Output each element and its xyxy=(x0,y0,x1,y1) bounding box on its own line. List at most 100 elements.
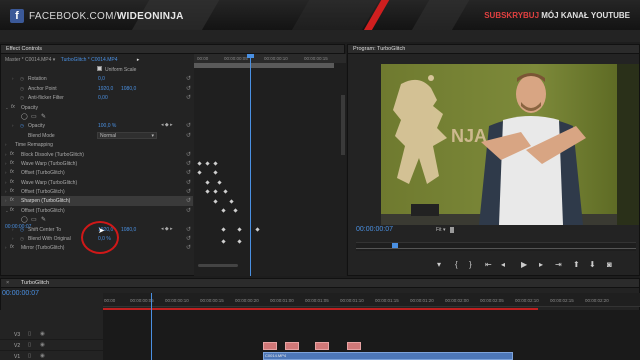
adjustment-clip[interactable] xyxy=(315,342,329,350)
property-row[interactable]: ◷ Anti-flicker Filter 0,00 ↺ xyxy=(1,93,193,102)
expand-arrow-icon[interactable]: › xyxy=(5,245,7,250)
effect-keyframe-timeline[interactable]: 00:00 00:00:00:05 00:00:00:10 00:00:00:1… xyxy=(194,54,346,276)
effect-header-row[interactable]: › fx Offset (TurboGlitch) ↺ xyxy=(1,187,193,196)
add-marker-icon[interactable]: ▾ xyxy=(437,260,441,269)
effect-header-row[interactable]: ⌄ fx Offset (TurboGlitch) ↺ xyxy=(1,206,193,215)
expand-arrow-icon[interactable]: › xyxy=(5,142,7,147)
tab-program-monitor[interactable]: Program: TurboGlitch xyxy=(348,45,410,53)
rectangle-mask-icon[interactable]: ▭ xyxy=(31,113,37,120)
stopwatch-icon[interactable]: ◷ xyxy=(20,95,24,101)
keyframe[interactable] xyxy=(197,161,202,166)
keyframe[interactable] xyxy=(213,199,218,204)
reset-icon[interactable]: ↺ xyxy=(186,151,191,158)
property-row[interactable]: › ◷ Opacity 100,0 % ◂ ◆ ▸ ↺ xyxy=(1,121,193,130)
facebook-link[interactable]: FACEBOOK.COM/WIDEONINJA xyxy=(29,11,184,22)
fx-icon[interactable]: fx xyxy=(10,169,14,175)
effect-header-row[interactable]: ⌄ fx Opacity xyxy=(1,103,193,112)
fx-icon[interactable]: fx xyxy=(11,104,15,110)
stopwatch-icon[interactable]: ◷ xyxy=(20,86,24,92)
effect-header-row[interactable]: › fx Wave Warp (TurboGlitch) ↺ xyxy=(1,178,193,187)
adjustment-clip[interactable] xyxy=(347,342,361,350)
keyframe[interactable] xyxy=(221,239,226,244)
keyframe[interactable] xyxy=(221,227,226,232)
zoom-scroll-bar[interactable] xyxy=(198,264,238,267)
expand-arrow-icon[interactable]: › xyxy=(5,161,7,166)
reset-icon[interactable]: ↺ xyxy=(186,75,191,82)
extract-icon[interactable]: ⬇ xyxy=(589,260,596,269)
reset-icon[interactable]: ↺ xyxy=(186,179,191,186)
keyframe[interactable] xyxy=(213,170,218,175)
stopwatch-icon[interactable]: ◷ xyxy=(20,76,24,82)
track-header-v2[interactable]: V2 ▯ ◉ xyxy=(0,341,103,351)
rectangle-mask-icon[interactable]: ▭ xyxy=(31,216,37,223)
tab-effect-controls[interactable]: Effect Controls xyxy=(1,45,47,53)
eye-icon[interactable]: ◉ xyxy=(40,331,45,337)
expand-arrow-icon[interactable]: › xyxy=(12,76,14,81)
track-header-v1[interactable]: V1 ▯ ◉ xyxy=(0,352,103,360)
timeline-ruler[interactable]: 00:00 00:00:00:05 00:00:00:10 00:00:00:1… xyxy=(103,293,640,307)
effect-header-row[interactable]: › Time Remapping xyxy=(1,140,193,149)
go-to-out-icon[interactable]: ⇥ xyxy=(555,260,562,269)
keyframe[interactable] xyxy=(205,189,210,194)
keyframe[interactable] xyxy=(255,227,260,232)
timeline-tracks[interactable]: C0014.MP4 xyxy=(103,310,640,360)
expand-arrow-icon[interactable]: › xyxy=(5,170,7,175)
close-icon[interactable]: × xyxy=(1,279,14,287)
playhead[interactable] xyxy=(250,54,251,276)
keyframe[interactable] xyxy=(205,180,210,185)
blend-mode-dropdown[interactable]: Normal ▾ xyxy=(97,131,157,139)
ellipse-mask-icon[interactable]: ◯ xyxy=(21,216,28,223)
keyframe[interactable] xyxy=(223,189,228,194)
reset-icon[interactable]: ↺ xyxy=(186,85,191,92)
panel-scrollbar[interactable] xyxy=(341,95,345,155)
fx-icon[interactable]: fx xyxy=(10,244,14,250)
collapse-arrow-icon[interactable]: ⌄ xyxy=(5,105,9,111)
program-timecode[interactable]: 00:00:00:07 xyxy=(356,226,393,233)
effect-header-row[interactable]: › fx Block Dissolve (TurboGlitch) ↺ xyxy=(1,150,193,159)
lock-icon[interactable]: ▯ xyxy=(28,331,31,337)
reset-icon[interactable]: ↺ xyxy=(186,94,191,101)
stopwatch-icon[interactable]: ◷ xyxy=(20,236,24,242)
expand-arrow-icon[interactable]: › xyxy=(12,236,14,241)
property-row[interactable]: › ◷ Rotation 0,0 ↺ xyxy=(1,74,193,83)
keyframe[interactable] xyxy=(213,189,218,194)
ellipse-mask-icon[interactable]: ◯ xyxy=(21,113,28,120)
lock-icon[interactable]: ▯ xyxy=(28,353,31,359)
lock-icon[interactable]: ▯ xyxy=(28,342,31,348)
mark-out-icon[interactable]: } xyxy=(469,260,472,269)
reset-icon[interactable]: ↺ xyxy=(186,197,191,204)
property-row[interactable]: Blend Mode Normal ▾ ↺ xyxy=(1,131,193,140)
effect-header-row-selected[interactable]: › fx Sharpen (TurboGlitch) ↺ xyxy=(1,196,193,206)
zoom-dropdown[interactable]: Fit ▾ xyxy=(436,227,445,233)
effect-controls-timecode[interactable]: 00:00:00:07 xyxy=(5,224,31,230)
effect-header-row[interactable]: › fx Offset (TurboGlitch) ↺ xyxy=(1,168,193,177)
fx-icon[interactable]: fx xyxy=(10,207,14,213)
lift-icon[interactable]: ⬆ xyxy=(573,260,580,269)
time-ruler[interactable]: 00:00 00:00:00:05 00:00:00:10 00:00:00:1… xyxy=(194,54,346,63)
tab-sequence[interactable]: TurboGlitch xyxy=(16,279,54,287)
keyframe-nav-icon[interactable]: ◂ ◆ ▸ xyxy=(161,122,173,128)
reset-icon[interactable]: ↺ xyxy=(186,235,191,242)
keyframe[interactable] xyxy=(197,170,202,175)
reset-icon[interactable]: ↺ xyxy=(186,226,191,233)
adjustment-clip[interactable] xyxy=(285,342,299,350)
timeline-playhead[interactable] xyxy=(151,293,152,360)
fx-icon[interactable]: fx xyxy=(10,179,14,185)
step-forward-icon[interactable]: ▸ xyxy=(539,260,543,269)
reset-icon[interactable]: ↺ xyxy=(186,132,191,139)
keyframe[interactable] xyxy=(233,208,238,213)
step-back-icon[interactable]: ◂ xyxy=(501,260,505,269)
reset-icon[interactable]: ↺ xyxy=(186,207,191,214)
source-selector[interactable]: Master * C0014.MP4 ▾ TurboGlitch * C0014… xyxy=(5,57,139,63)
effect-header-row[interactable]: › fx Wave Warp (TurboGlitch) ↺ xyxy=(1,159,193,168)
keyframe[interactable] xyxy=(213,161,218,166)
reset-icon[interactable]: ↺ xyxy=(186,122,191,129)
play-icon[interactable]: ▶ xyxy=(521,260,527,269)
keyframe-nav-icon[interactable]: ◂ ◆ ▸ xyxy=(161,226,173,232)
fx-icon[interactable]: fx xyxy=(10,151,14,157)
expand-arrow-icon[interactable]: › xyxy=(5,180,7,185)
eye-icon[interactable]: ◉ xyxy=(40,342,45,348)
keyframe[interactable] xyxy=(237,227,242,232)
stopwatch-icon[interactable]: ◷ xyxy=(20,123,24,129)
adjustment-clip[interactable] xyxy=(263,342,277,350)
